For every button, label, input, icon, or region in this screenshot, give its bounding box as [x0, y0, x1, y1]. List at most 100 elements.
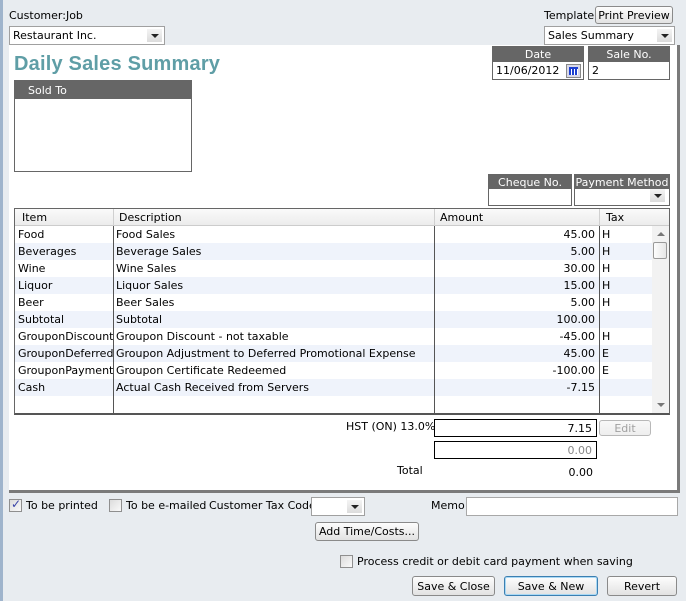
- cell-tax[interactable]: H: [602, 228, 610, 241]
- template-select[interactable]: Sales Summary: [544, 26, 675, 45]
- cell-amount[interactable]: 15.00: [437, 279, 596, 292]
- column-divider: [113, 226, 114, 413]
- payment-method-box: Payment Method: [574, 174, 670, 206]
- cell-description[interactable]: Subtotal: [116, 313, 162, 326]
- cell-amount[interactable]: -45.00: [437, 330, 595, 343]
- payment-method-label: Payment Method: [575, 175, 669, 189]
- chevron-down-icon[interactable]: [347, 500, 362, 513]
- payment-method-dropdown[interactable]: [650, 189, 667, 204]
- cell-tax[interactable]: E: [602, 347, 609, 360]
- template-label: Template: [544, 9, 595, 22]
- sale-no-label: Sale No.: [589, 47, 669, 62]
- cell-description[interactable]: Groupon Adjustment to Deferred Promotion…: [116, 347, 416, 360]
- cell-description[interactable]: Groupon Discount - not taxable: [116, 330, 289, 343]
- cell-amount[interactable]: 45.00: [437, 228, 596, 241]
- cell-description[interactable]: Groupon Certificate Redeemed: [116, 364, 286, 377]
- table-row[interactable]: Cash Actual Cash Received from Servers -7.…: [15, 379, 654, 396]
- cell-item[interactable]: Subtotal: [18, 313, 64, 326]
- table-row[interactable]: Food Food Sales 45.00 H: [15, 226, 654, 243]
- column-header-item[interactable]: Item: [22, 211, 47, 224]
- cell-description[interactable]: Beverage Sales: [116, 245, 201, 258]
- calendar-icon[interactable]: [566, 64, 581, 78]
- scroll-down-icon[interactable]: [652, 397, 669, 413]
- customer-job-label: Customer:Job: [9, 9, 83, 22]
- memo-input[interactable]: [466, 497, 678, 516]
- secondary-amount-field: 0.00: [434, 441, 597, 459]
- total-label: Total: [397, 464, 423, 477]
- table-row[interactable]: GrouponDiscount Groupon Discount - not ta…: [15, 328, 654, 345]
- date-field[interactable]: 11/06/2012: [493, 62, 583, 79]
- cell-amount[interactable]: 5.00: [437, 296, 596, 309]
- table-row[interactable]: [15, 396, 654, 413]
- table-row[interactable]: Beverages Beverage Sales 5.00 H: [15, 243, 654, 260]
- cheque-no-field[interactable]: [489, 189, 571, 205]
- cell-item[interactable]: Beverages: [18, 245, 76, 258]
- date-label: Date: [493, 47, 583, 62]
- column-divider: [599, 226, 600, 413]
- edit-tax-button[interactable]: Edit: [599, 420, 651, 436]
- column-header-tax[interactable]: Tax: [606, 211, 624, 224]
- sale-no-field[interactable]: 2: [589, 62, 669, 79]
- cell-item[interactable]: Wine: [18, 262, 45, 275]
- cell-item[interactable]: GrouponPayment: [18, 364, 113, 377]
- cell-description[interactable]: Liquor Sales: [116, 279, 183, 292]
- cell-item[interactable]: Food: [18, 228, 44, 241]
- revert-button[interactable]: Revert: [607, 576, 677, 596]
- cell-description[interactable]: Food Sales: [116, 228, 175, 241]
- cell-item[interactable]: Cash: [18, 381, 45, 394]
- to-be-printed-checkbox[interactable]: [9, 497, 22, 512]
- tax-label: HST (ON) 13.0%: [346, 420, 436, 433]
- cell-amount[interactable]: 30.00: [437, 262, 596, 275]
- chevron-down-icon[interactable]: [650, 189, 665, 202]
- total-value: 0.00: [568, 466, 594, 479]
- table-row[interactable]: Beer Beer Sales 5.00 H: [15, 294, 654, 311]
- print-preview-button[interactable]: Print Preview: [595, 6, 673, 24]
- cell-tax[interactable]: H: [602, 245, 610, 258]
- scroll-thumb[interactable]: [653, 242, 667, 259]
- save-new-button[interactable]: Save & New: [504, 576, 598, 596]
- column-divider: [113, 209, 114, 226]
- cell-tax[interactable]: H: [602, 330, 610, 343]
- grid-scrollbar[interactable]: [652, 226, 669, 413]
- add-time-costs-button[interactable]: Add Time/Costs...: [315, 522, 419, 541]
- table-row[interactable]: Liquor Liquor Sales 15.00 H: [15, 277, 654, 294]
- cell-tax[interactable]: H: [602, 262, 610, 275]
- sold-to-field[interactable]: [15, 99, 191, 171]
- payment-method-select[interactable]: [575, 189, 669, 205]
- memo-label: Memo: [431, 499, 465, 512]
- cell-description[interactable]: Wine Sales: [116, 262, 176, 275]
- cell-description[interactable]: Actual Cash Received from Servers: [116, 381, 309, 394]
- cell-amount[interactable]: -7.15: [437, 381, 595, 394]
- to-be-emailed-checkbox[interactable]: [109, 499, 122, 512]
- cell-tax[interactable]: H: [602, 296, 610, 309]
- cell-item[interactable]: GrouponDiscount: [18, 330, 113, 343]
- customer-tax-code-select[interactable]: [311, 497, 365, 516]
- cell-item[interactable]: GrouponDeferred: [18, 347, 113, 360]
- cell-amount[interactable]: 100.00: [437, 313, 596, 326]
- table-row[interactable]: GrouponPayment Groupon Certificate Redeem…: [15, 362, 654, 379]
- cell-item[interactable]: Beer: [18, 296, 44, 309]
- table-row[interactable]: Subtotal Subtotal 100.00: [15, 311, 654, 328]
- cell-amount[interactable]: -100.00: [437, 364, 595, 377]
- to-be-emailed-label[interactable]: To be e-mailed: [126, 499, 206, 512]
- window-left-edge: [0, 0, 3, 601]
- table-row[interactable]: GrouponDeferred Groupon Adjustment to Def…: [15, 345, 654, 362]
- process-card-checkbox[interactable]: [340, 555, 353, 568]
- cell-amount[interactable]: 45.00: [437, 347, 596, 360]
- column-header-description[interactable]: Description: [119, 211, 182, 224]
- save-close-button[interactable]: Save & Close: [412, 576, 495, 596]
- cell-tax[interactable]: E: [602, 364, 609, 377]
- to-be-printed-label[interactable]: To be printed: [26, 499, 98, 512]
- customer-job-select[interactable]: Restaurant Inc.: [9, 26, 165, 45]
- line-items-grid: Item Description Amount Tax Food Food Sal…: [14, 208, 670, 415]
- column-header-amount[interactable]: Amount: [440, 211, 483, 224]
- cell-tax[interactable]: H: [602, 279, 610, 292]
- chevron-down-icon[interactable]: [657, 29, 672, 42]
- cell-item[interactable]: Liquor: [18, 279, 52, 292]
- cell-amount[interactable]: 5.00: [437, 245, 596, 258]
- cell-description[interactable]: Beer Sales: [116, 296, 174, 309]
- scroll-up-icon[interactable]: [652, 226, 669, 242]
- table-row[interactable]: Wine Wine Sales 30.00 H: [15, 260, 654, 277]
- process-card-label[interactable]: Process credit or debit card payment whe…: [357, 555, 633, 568]
- chevron-down-icon[interactable]: [147, 29, 162, 42]
